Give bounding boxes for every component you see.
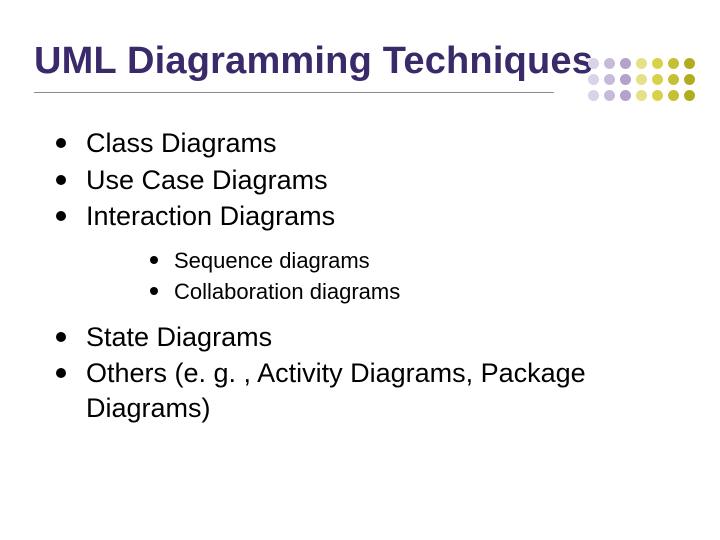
slide-title: UML Diagramming Techniques	[34, 40, 593, 83]
list-item: State Diagrams	[50, 320, 650, 355]
dot-matrix-decoration	[588, 58, 708, 118]
slide: UML Diagramming Techniques Class Diagram…	[0, 0, 720, 540]
bullet-list: Class Diagrams Use Case Diagrams Interac…	[50, 126, 650, 425]
list-item-label: Sequence diagrams	[174, 248, 370, 273]
content-area: Class Diagrams Use Case Diagrams Interac…	[50, 124, 650, 427]
sub-bullet-list: Sequence diagrams Collaboration diagrams	[146, 246, 650, 306]
list-item-label: Class Diagrams	[86, 128, 277, 158]
list-item: Class Diagrams	[50, 126, 650, 161]
list-item-label: State Diagrams	[86, 322, 272, 352]
list-item: Use Case Diagrams	[50, 163, 650, 198]
list-item-label: Interaction Diagrams	[86, 201, 335, 231]
list-item-label: Others (e. g. , Activity Diagrams, Packa…	[86, 358, 586, 423]
list-item-label: Collaboration diagrams	[174, 279, 400, 304]
list-item: Collaboration diagrams	[146, 277, 650, 306]
list-item: Sequence diagrams	[146, 246, 650, 275]
list-item: Others (e. g. , Activity Diagrams, Packa…	[50, 356, 650, 425]
title-underline	[34, 92, 554, 93]
list-item: Interaction Diagrams Sequence diagrams C…	[50, 199, 650, 306]
list-item-label: Use Case Diagrams	[86, 165, 328, 195]
